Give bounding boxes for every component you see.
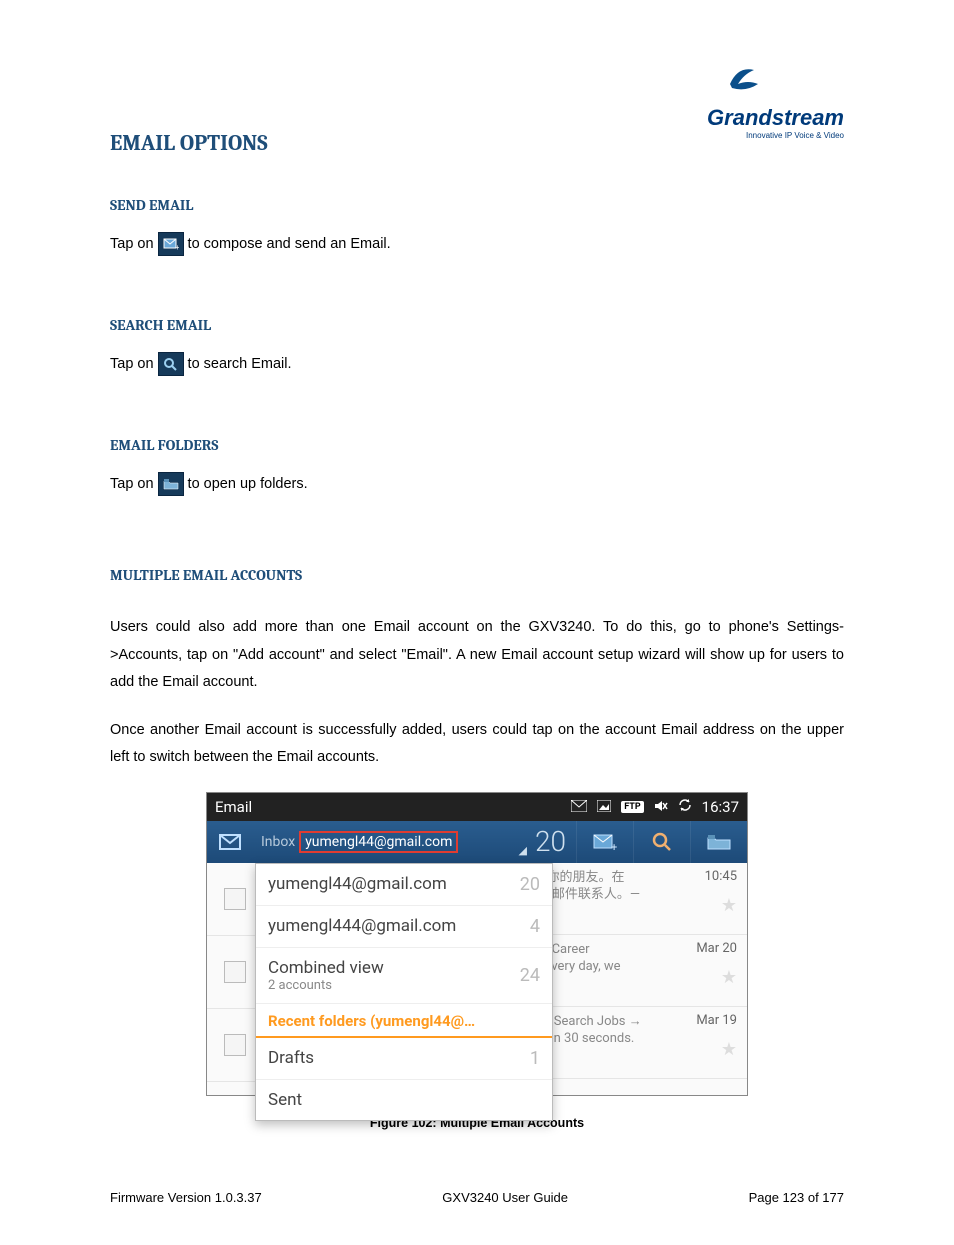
account-option[interactable]: yumengl44@gmail.com 20 [256, 864, 552, 906]
folder-option-sent[interactable]: Sent [256, 1080, 552, 1120]
page-footer: Firmware Version 1.0.3.37 GXV3240 User G… [110, 1190, 844, 1205]
text-tap-pre: Tap on [110, 236, 154, 252]
subhead-send: SEND EMAIL [110, 196, 844, 214]
search-post: to search Email. [188, 356, 292, 372]
folders-post: to open up folders. [188, 476, 308, 492]
svg-text:+: + [611, 841, 617, 852]
row-checkbox[interactable] [224, 888, 246, 910]
folder-icon [158, 472, 184, 496]
compose-button[interactable] [207, 821, 255, 863]
subhead-search: SEARCH EMAIL [110, 316, 844, 334]
brand-logo: Grandstream Innovative IP Voice & Video [707, 60, 844, 140]
multiple-p1: Users could also add more than one Email… [110, 614, 844, 697]
brand-tagline: Innovative IP Voice & Video [707, 131, 844, 140]
star-icon[interactable]: ★ [721, 895, 737, 916]
folder-button[interactable] [690, 821, 747, 863]
selected-account: yumengl44@gmail.com [299, 831, 458, 853]
footer-center: GXV3240 User Guide [442, 1190, 568, 1205]
footer-left: Firmware Version 1.0.3.37 [110, 1190, 262, 1205]
send-post: to compose and send an Email. [188, 236, 391, 252]
subhead-multiple: MULTIPLE EMAIL ACCOUNTS [110, 566, 844, 584]
star-icon[interactable]: ★ [721, 967, 737, 988]
unread-count: 20 [525, 821, 576, 863]
compose-icon: + [158, 232, 184, 256]
picture-status-icon [597, 798, 611, 816]
row-checkbox[interactable] [224, 961, 246, 983]
email-toolbar: Inbox yumengl44@gmail.com ◢ 20 + yumeng [207, 821, 747, 863]
search-instruction: Tap on to search Email. [110, 352, 844, 376]
mail-status-icon [571, 798, 587, 816]
combined-view-option[interactable]: Combined view 2 accounts 24 [256, 948, 552, 1004]
text-tap-pre: Tap on [110, 356, 154, 372]
folder-option-drafts[interactable]: Drafts 1 [256, 1038, 552, 1080]
new-mail-button[interactable]: + [576, 821, 633, 863]
status-bar: Email FTP 16:37 [207, 793, 747, 821]
ftp-badge: FTP [621, 801, 643, 813]
folders-instruction: Tap on to open up folders. [110, 472, 844, 496]
recent-folders-header: Recent folders (yumengl44@… [256, 1004, 552, 1038]
account-option[interactable]: yumengl444@gmail.com 4 [256, 906, 552, 948]
search-button[interactable] [633, 821, 690, 863]
account-selector[interactable]: Inbox yumengl44@gmail.com [255, 821, 518, 863]
footer-right: Page 123 of 177 [749, 1190, 844, 1205]
mute-icon [654, 798, 668, 816]
multiple-p2: Once another Email account is successful… [110, 717, 844, 772]
send-instruction: Tap on + to compose and send an Email. [110, 232, 844, 256]
subhead-folders: EMAIL FOLDERS [110, 436, 844, 454]
brand-name: Grandstream [707, 105, 844, 131]
inbox-label: Inbox [261, 834, 295, 850]
figure-screenshot: Email FTP 16:37 Inbox yumengl44@gmail.co… [206, 792, 748, 1096]
text-tap-pre: Tap on [110, 476, 154, 492]
star-icon[interactable]: ★ [721, 1039, 737, 1060]
account-dropdown: yumengl44@gmail.com 20 yumengl444@gmail.… [255, 863, 553, 1121]
sync-icon [678, 798, 692, 816]
row-checkbox[interactable] [224, 1034, 246, 1056]
app-title: Email [215, 798, 571, 816]
svg-text:+: + [175, 243, 179, 251]
clock-time: 16:37 [702, 798, 739, 816]
search-icon [158, 352, 184, 376]
